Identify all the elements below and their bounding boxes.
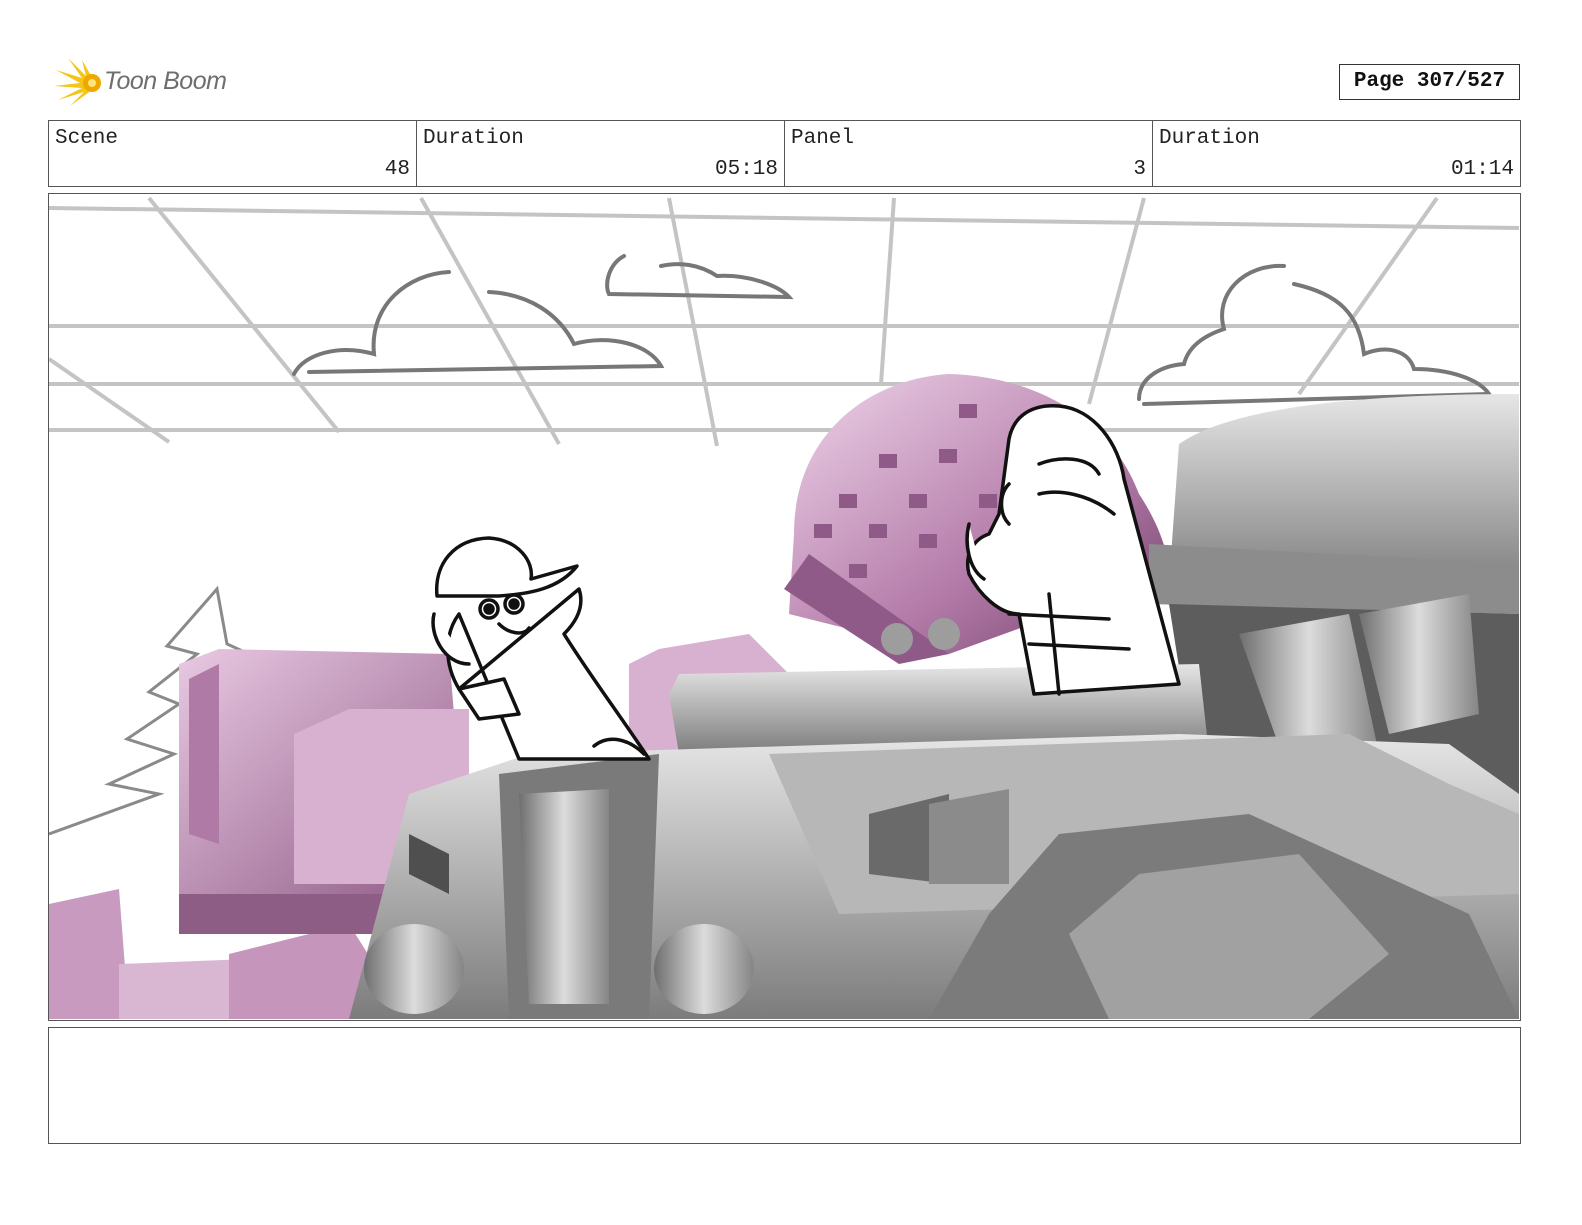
scene-value: 48: [384, 158, 410, 181]
starburst-icon: [54, 58, 101, 106]
panel-label: Panel: [791, 127, 855, 150]
scene-duration-label: Duration: [423, 127, 524, 150]
panel-duration-label: Duration: [1159, 127, 1260, 150]
panel-artwork: [49, 196, 1519, 1019]
page-number: Page 307/527: [1339, 64, 1520, 100]
scene-label: Scene: [55, 127, 119, 150]
panel-cell: Panel 3: [785, 121, 1153, 186]
scene-cell: Scene 48: [49, 121, 417, 186]
toon-boom-logo: Toon Boom: [52, 56, 252, 110]
panel-duration-cell: Duration 01:14: [1153, 121, 1520, 186]
scene-duration-value: 05:18: [714, 158, 778, 181]
panel-info-bar: Scene 48 Duration 05:18 Panel 3 Duration…: [48, 120, 1521, 187]
panel-duration-value: 01:14: [1450, 158, 1514, 181]
scene-duration-cell: Duration 05:18: [417, 121, 785, 186]
storyboard-panel-image: [48, 193, 1521, 1021]
logo-text: Toon Boom: [104, 67, 227, 95]
panel-value: 3: [1133, 158, 1146, 181]
panel-notes-box: [48, 1027, 1521, 1144]
